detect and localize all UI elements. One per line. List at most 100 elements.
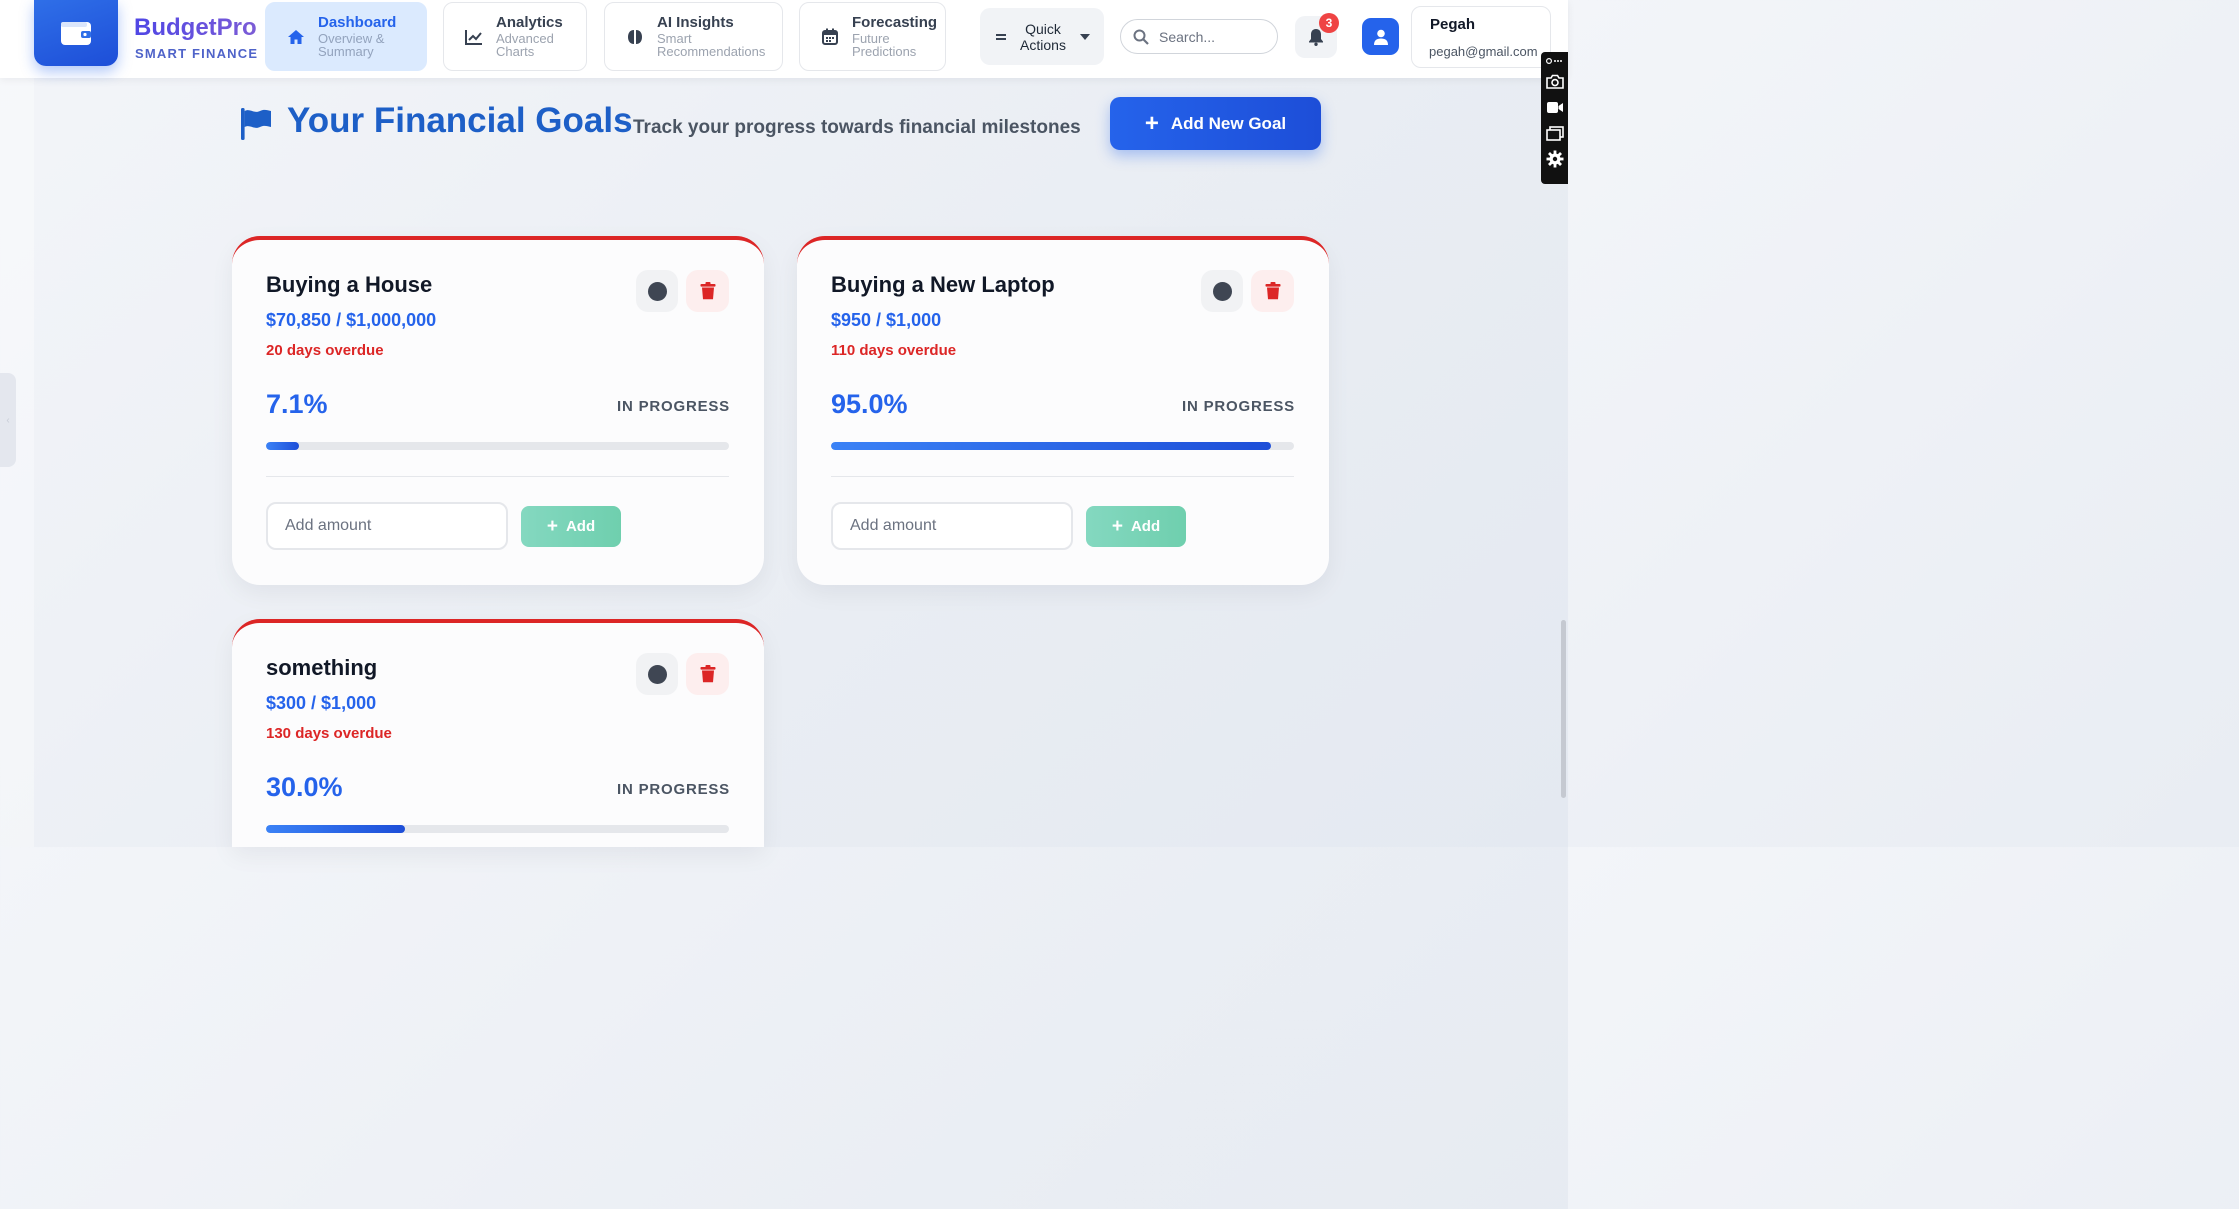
add-amount-button[interactable]: + Add (1086, 506, 1186, 547)
avatar[interactable] (1362, 18, 1399, 55)
add-amount-label: Add (1130, 518, 1161, 535)
goal-name: something (266, 655, 378, 680)
sidebar-toggle-handle[interactable]: ‹ (0, 373, 16, 467)
brand-name: BudgetPro (134, 14, 257, 41)
tab-dashboard-texts: Dashboard Overview & Summary (318, 15, 396, 58)
tab-forecasting-texts: Forecasting Future Predictions (852, 15, 937, 58)
toolbar-options-icon[interactable] (1544, 54, 1566, 68)
goal-progress-fill (266, 825, 405, 833)
goal-name: Buying a House (266, 272, 433, 297)
goal-toggle-button[interactable] (636, 653, 678, 695)
user-name: Pegah (1430, 16, 1476, 33)
flag-icon (241, 108, 271, 140)
quick-actions-line2: Actions (1020, 36, 1066, 53)
camera-icon[interactable] (1544, 68, 1566, 94)
goal-progress-fill (831, 442, 1271, 450)
trash-icon (700, 665, 715, 683)
goal-progress-bar (266, 442, 729, 450)
goal-progress-bar (266, 825, 729, 833)
goal-card: Buying a House $70,850 / $1,000,000 20 d… (232, 236, 764, 585)
divider (831, 476, 1294, 477)
plus-icon: + (546, 516, 558, 537)
goal-overdue-text: 20 days overdue (266, 342, 384, 359)
goal-toggle-button[interactable] (636, 270, 678, 312)
goal-overdue-text: 130 days overdue (266, 725, 392, 742)
quick-actions-dropdown[interactable]: Quick Actions (980, 8, 1104, 65)
tab-title: Forecasting (852, 14, 938, 31)
trash-icon (1265, 282, 1280, 300)
goal-percent: 95.0% (831, 389, 908, 419)
add-amount-button[interactable]: + Add (521, 506, 621, 547)
add-amount-input[interactable] (831, 502, 1073, 550)
tab-analytics-texts: Analytics Advanced Charts (496, 15, 563, 58)
tab-title: Analytics (496, 14, 563, 31)
tab-desc: Recommendations (657, 44, 766, 59)
circle-icon (647, 281, 667, 301)
tab-title: AI Insights (657, 14, 734, 31)
goal-progress-fill (266, 442, 299, 450)
tab-title: Dashboard (318, 14, 397, 31)
user-email: pegah@gmail.com (1429, 44, 1538, 59)
top-navbar: BudgetPro SMART FINANCE Dashboard Overvi… (0, 0, 1568, 78)
user-icon (1373, 29, 1388, 45)
tab-dashboard[interactable]: Dashboard Overview & Summary (265, 2, 427, 71)
search-input[interactable] (1159, 28, 1269, 45)
goal-overdue-text: 110 days overdue (831, 342, 957, 359)
bell-icon (1309, 29, 1323, 46)
bars-icon (996, 33, 1006, 40)
divider (266, 476, 729, 477)
quick-actions-line1: Quick (1025, 20, 1061, 37)
tab-analytics[interactable]: Analytics Advanced Charts (443, 2, 587, 71)
tab-ai-insights[interactable]: AI Insights Smart Recommendations (604, 2, 783, 71)
delete-goal-button[interactable] (686, 270, 729, 312)
caret-down-icon (1080, 33, 1090, 40)
chevron-left-icon: ‹ (6, 414, 10, 426)
add-amount-input[interactable] (266, 502, 508, 550)
plus-icon: + (1111, 516, 1123, 537)
tab-desc: Predictions (852, 44, 917, 59)
goal-name: Buying a New Laptop (831, 272, 1055, 297)
add-amount-label: Add (565, 518, 596, 535)
page-subtitle: Track your progress towards financial mi… (633, 117, 1081, 138)
goal-amount: $300 / $1,000 (266, 693, 377, 713)
windows-icon[interactable] (1544, 120, 1566, 146)
trash-icon (700, 282, 715, 300)
tab-desc: Summary (318, 44, 374, 59)
calendar-icon (820, 27, 840, 47)
add-new-goal-label: Add New Goal (1170, 113, 1287, 133)
goal-status: IN PROGRESS (617, 781, 730, 798)
video-camera-icon[interactable] (1544, 94, 1566, 120)
goal-progress-bar (831, 442, 1294, 450)
gear-icon[interactable] (1544, 146, 1566, 172)
delete-goal-button[interactable] (686, 653, 729, 695)
goal-status: IN PROGRESS (1182, 398, 1295, 415)
search-box[interactable] (1120, 19, 1278, 54)
wallet-logo[interactable] (34, 0, 118, 66)
chart-line-icon (464, 27, 484, 47)
search-icon (1133, 29, 1149, 45)
user-profile-card[interactable]: Pegah pegah@gmail.com (1411, 6, 1551, 68)
wallet-icon (61, 22, 91, 45)
delete-goal-button[interactable] (1251, 270, 1294, 312)
circle-icon (1212, 281, 1232, 301)
add-new-goal-button[interactable]: + Add New Goal (1110, 97, 1321, 150)
floating-toolbar (1541, 52, 1568, 184)
goal-toggle-button[interactable] (1201, 270, 1243, 312)
plus-icon: + (1144, 109, 1159, 137)
quick-actions-label: Quick Actions (1016, 21, 1070, 53)
tab-ai-insights-texts: AI Insights Smart Recommendations (657, 15, 765, 58)
goal-status: IN PROGRESS (617, 398, 730, 415)
tab-desc: Charts (496, 44, 535, 59)
home-icon (286, 27, 306, 47)
goal-card: something $300 / $1,000 130 days overdue… (232, 619, 764, 847)
goal-percent: 7.1% (266, 389, 328, 419)
scrollbar-thumb[interactable] (1561, 620, 1566, 798)
tab-forecasting[interactable]: Forecasting Future Predictions (799, 2, 946, 71)
goal-amount: $950 / $1,000 (831, 310, 942, 330)
goal-card: Buying a New Laptop $950 / $1,000 110 da… (797, 236, 1329, 585)
goal-amount: $70,850 / $1,000,000 (266, 310, 437, 330)
goal-percent: 30.0% (266, 772, 343, 802)
circle-icon (647, 664, 667, 684)
page-title: Your Financial Goals (287, 101, 633, 140)
brain-icon (625, 27, 645, 47)
